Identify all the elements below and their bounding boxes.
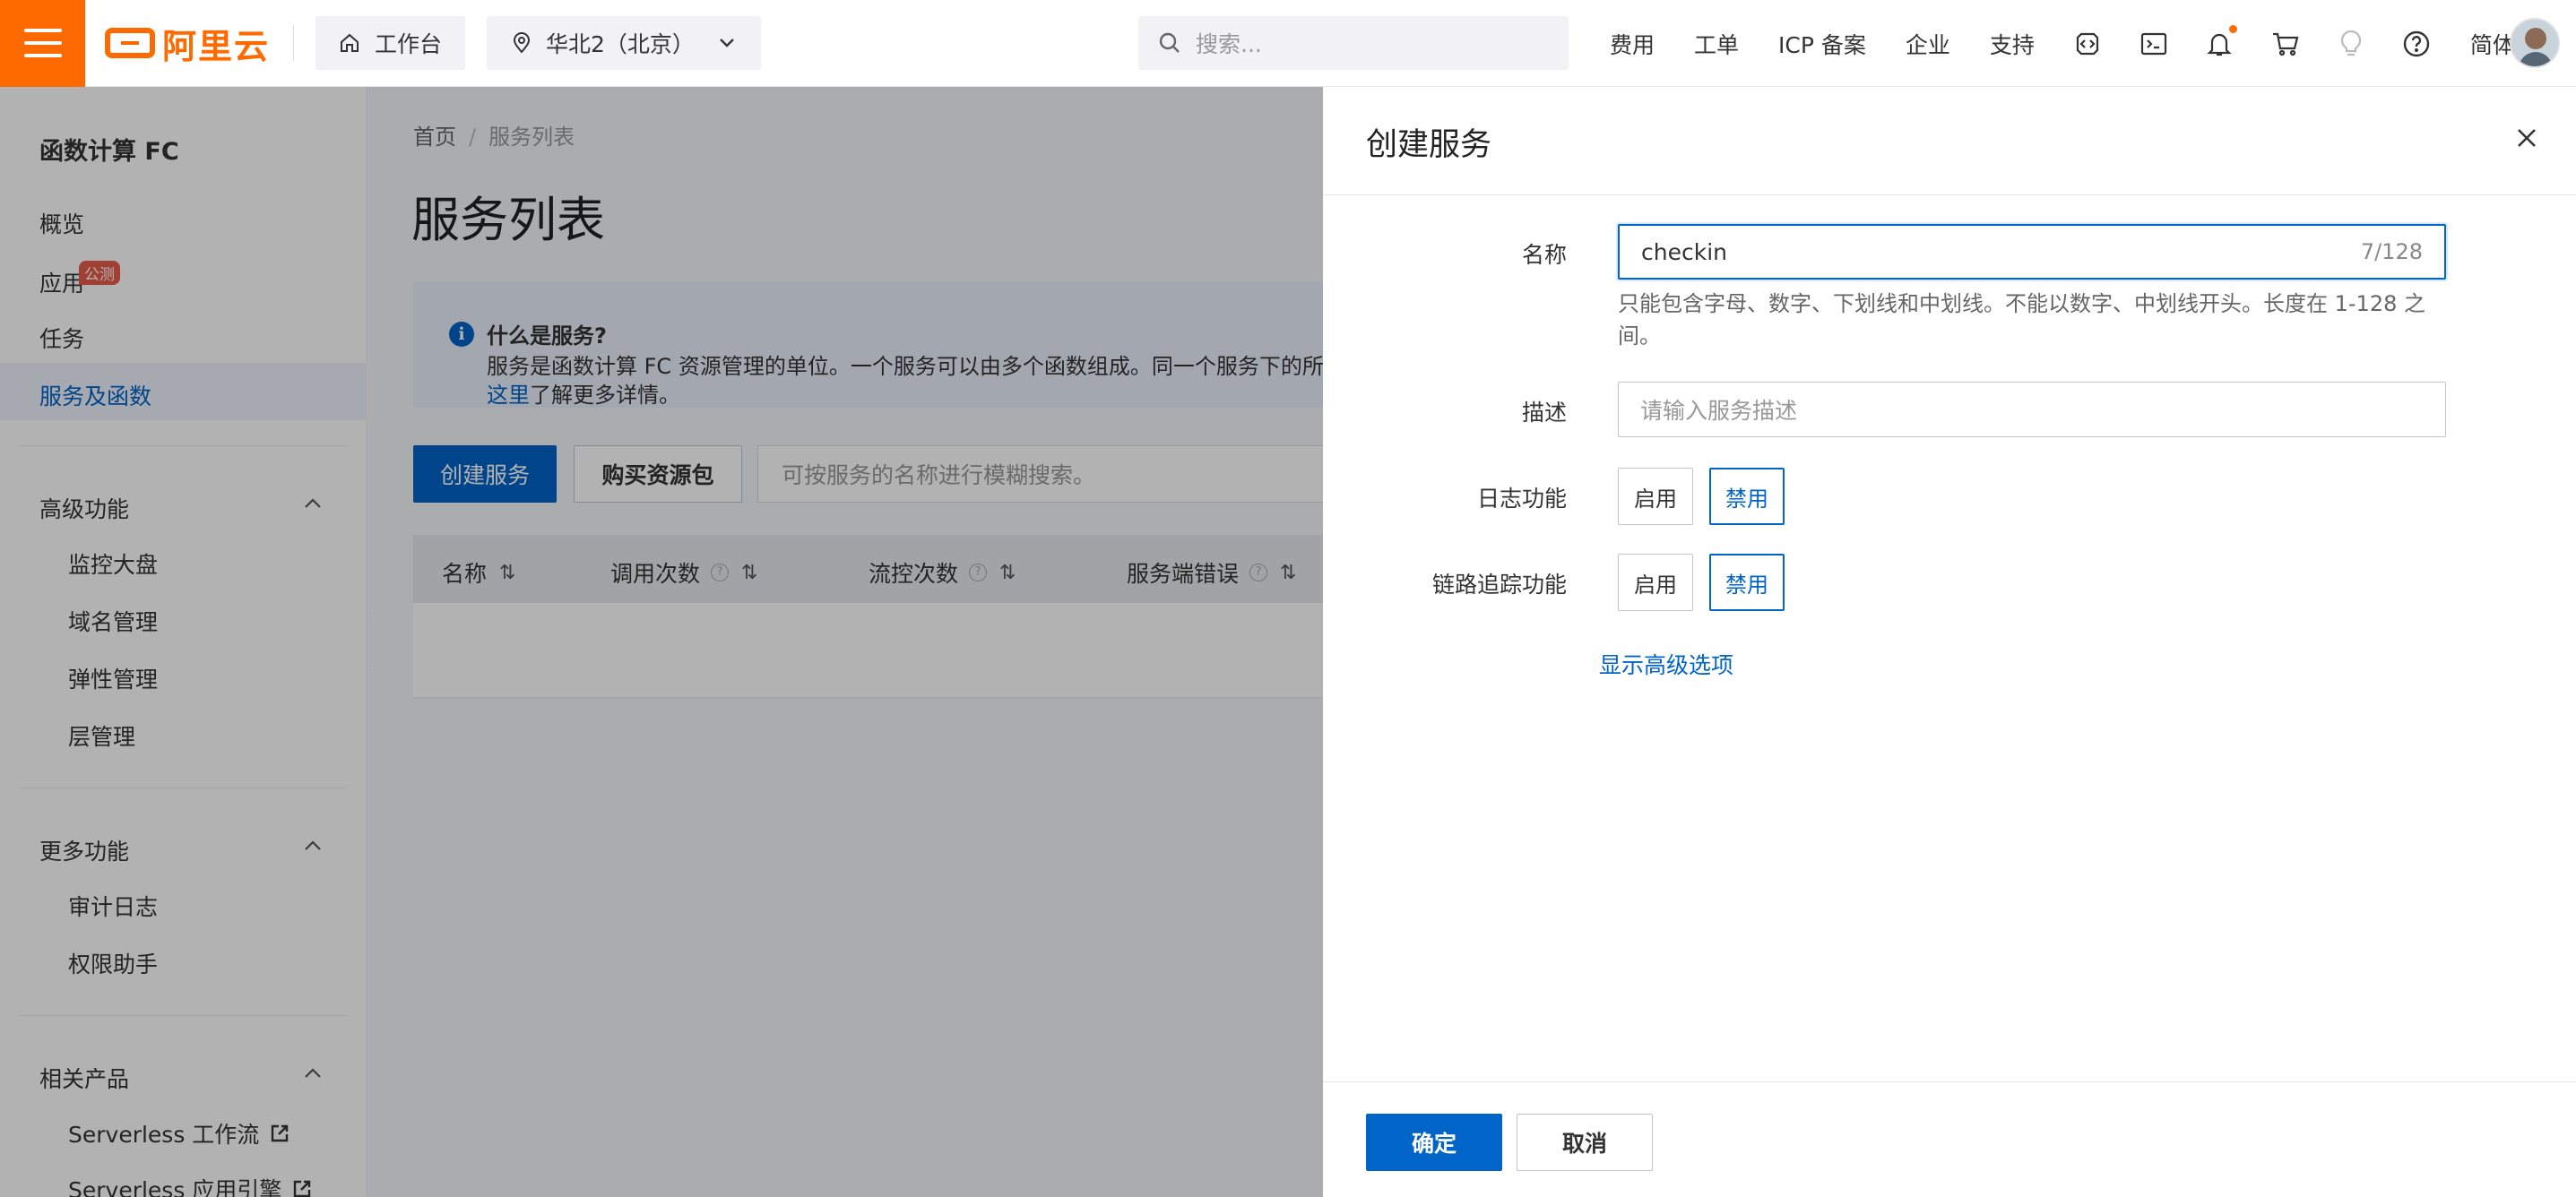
aliyun-logo[interactable]: 阿里云 (105, 0, 270, 87)
service-name-value: checkin (1641, 238, 1727, 265)
confirm-button[interactable]: 确定 (1366, 1114, 1502, 1171)
menu-icon[interactable] (0, 0, 85, 87)
nav-link-billing[interactable]: 费用 (1610, 28, 1655, 60)
log-disable-radio[interactable]: 禁用 (1709, 468, 1785, 525)
create-service-drawer: 创建服务 名称 checkin 7/128 只能包含字母、数字、下划线和中划线。… (1323, 87, 2576, 1197)
close-icon[interactable] (2515, 126, 2538, 150)
tracing-enable-radio[interactable]: 启用 (1618, 554, 1693, 611)
region-label: 华北2（北京） (546, 31, 695, 57)
terminal-icon[interactable] (2140, 31, 2167, 56)
workbench-button[interactable]: 工作台 (316, 16, 466, 70)
top-links: 费用 工单 ICP 备案 企业 支持 简体 (1610, 0, 2554, 87)
service-name-input[interactable]: checkin 7/128 (1618, 224, 2446, 280)
divider (293, 25, 295, 61)
nav-link-support[interactable]: 支持 (1990, 28, 2035, 60)
global-search-input[interactable]: 搜索... (1138, 16, 1569, 70)
log-enable-radio[interactable]: 启用 (1618, 468, 1693, 525)
description-label: 描述 (1521, 400, 1567, 426)
chevron-down-icon (720, 39, 734, 47)
drawer-footer-divider (1323, 1081, 2576, 1082)
code-icon[interactable] (2074, 30, 2101, 57)
workbench-label: 工作台 (375, 31, 443, 57)
drawer-header-divider (1323, 194, 2576, 195)
bell-icon[interactable] (2207, 24, 2237, 57)
nav-link-icp[interactable]: ICP 备案 (1778, 28, 1866, 60)
home-icon (341, 33, 359, 52)
nav-link-tickets[interactable]: 工单 (1694, 28, 1739, 60)
nav-link-enterprise[interactable]: 企业 (1906, 28, 1950, 60)
cancel-button[interactable]: 取消 (1517, 1114, 1653, 1171)
notification-dot (2228, 24, 2237, 33)
logo-text: 阿里云 (162, 26, 271, 66)
aliyun-logo-mark (105, 28, 155, 58)
show-advanced-link[interactable]: 显示高级选项 (1599, 648, 1733, 680)
modal-overlay[interactable] (0, 87, 1323, 1197)
avatar[interactable] (2510, 18, 2560, 68)
region-selector[interactable]: 华北2（北京） (487, 16, 761, 70)
language-switch[interactable]: 简体 (2470, 28, 2515, 60)
description-placeholder: 请输入服务描述 (1640, 398, 1798, 424)
tracing-label: 链路追踪功能 (1431, 572, 1567, 598)
cart-icon[interactable] (2271, 30, 2300, 57)
help-icon[interactable] (2402, 30, 2431, 58)
lightbulb-icon[interactable] (2339, 30, 2363, 57)
search-icon (1159, 32, 1180, 53)
char-counter: 7/128 (2360, 239, 2423, 264)
drawer-title: 创建服务 (1366, 127, 1492, 163)
service-description-input[interactable]: 请输入服务描述 (1618, 382, 2446, 437)
name-help-text: 只能包含字母、数字、下划线和中划线。不能以数字、中划线开头。长度在 1-128 … (1618, 291, 2425, 349)
tracing-disable-radio[interactable]: 禁用 (1709, 554, 1785, 611)
log-label: 日志功能 (1476, 486, 1567, 512)
location-pin-icon (514, 32, 531, 54)
search-placeholder: 搜索... (1196, 31, 1262, 57)
name-label: 名称 (1521, 242, 1567, 268)
